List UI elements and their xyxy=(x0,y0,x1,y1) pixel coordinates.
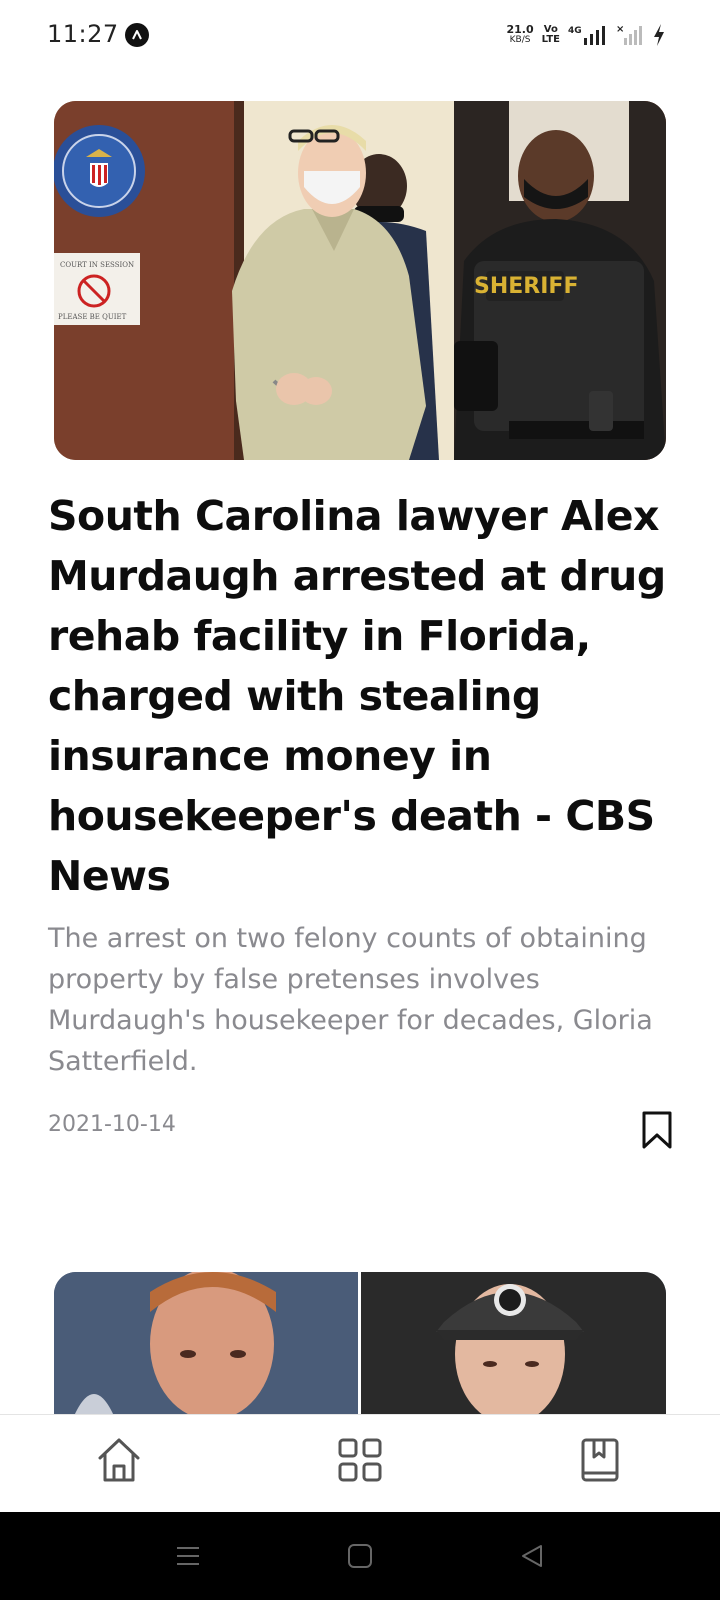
book-icon xyxy=(581,1438,619,1482)
nav-home-button[interactable] xyxy=(84,1425,154,1495)
charging-icon xyxy=(654,24,664,46)
bookmark-icon xyxy=(642,1111,672,1149)
network-speed: 21.0 KB/S xyxy=(506,24,533,46)
vest-text: SHERIFF xyxy=(474,274,578,299)
next-article-image[interactable] xyxy=(54,1272,666,1416)
volte-indicator: Vo LTE xyxy=(542,25,560,45)
nav-bookmarks-button[interactable] xyxy=(565,1425,635,1495)
recent-apps-button[interactable] xyxy=(168,1536,208,1576)
signal-sim2-icon: × xyxy=(616,24,642,45)
system-navigation-bar xyxy=(0,1512,720,1600)
home-system-button[interactable] xyxy=(340,1536,380,1576)
status-time: 11:27 xyxy=(47,20,119,48)
svg-text:×: × xyxy=(616,24,624,35)
nav-categories-button[interactable] xyxy=(325,1425,395,1495)
sign-subtext: PLEASE BE QUIET xyxy=(58,313,127,321)
signal-4g-icon: 4G xyxy=(568,26,605,45)
article-title[interactable]: South Carolina lawyer Alex Murdaugh arre… xyxy=(48,486,678,906)
status-bar: 11:27 21.0 KB/S Vo LTE 4G × xyxy=(0,0,720,70)
app-notification-icon xyxy=(125,23,149,47)
sign-text: COURT IN SESSION xyxy=(60,261,134,269)
network-type-label: 4G xyxy=(568,26,582,36)
grid-icon xyxy=(338,1438,382,1482)
back-triangle-icon xyxy=(522,1545,542,1567)
network-speed-value: 21.0 xyxy=(506,23,534,36)
square-icon xyxy=(348,1544,372,1568)
status-icons: 21.0 KB/S Vo LTE 4G × xyxy=(506,20,666,50)
back-button[interactable] xyxy=(512,1536,552,1576)
bookmark-button[interactable] xyxy=(640,1110,674,1150)
volte-bottom: LTE xyxy=(541,34,560,45)
article-image[interactable]: COURT IN SESSION PLEASE BE QUIET SHERIFF xyxy=(54,101,666,460)
article-date: 2021-10-14 xyxy=(48,1112,176,1137)
home-icon xyxy=(98,1438,140,1482)
article-summary: The arrest on two felony counts of obtai… xyxy=(48,923,653,1077)
menu-icon xyxy=(177,1547,199,1565)
network-speed-unit: KB/S xyxy=(509,35,531,45)
bottom-navigation xyxy=(0,1414,720,1512)
